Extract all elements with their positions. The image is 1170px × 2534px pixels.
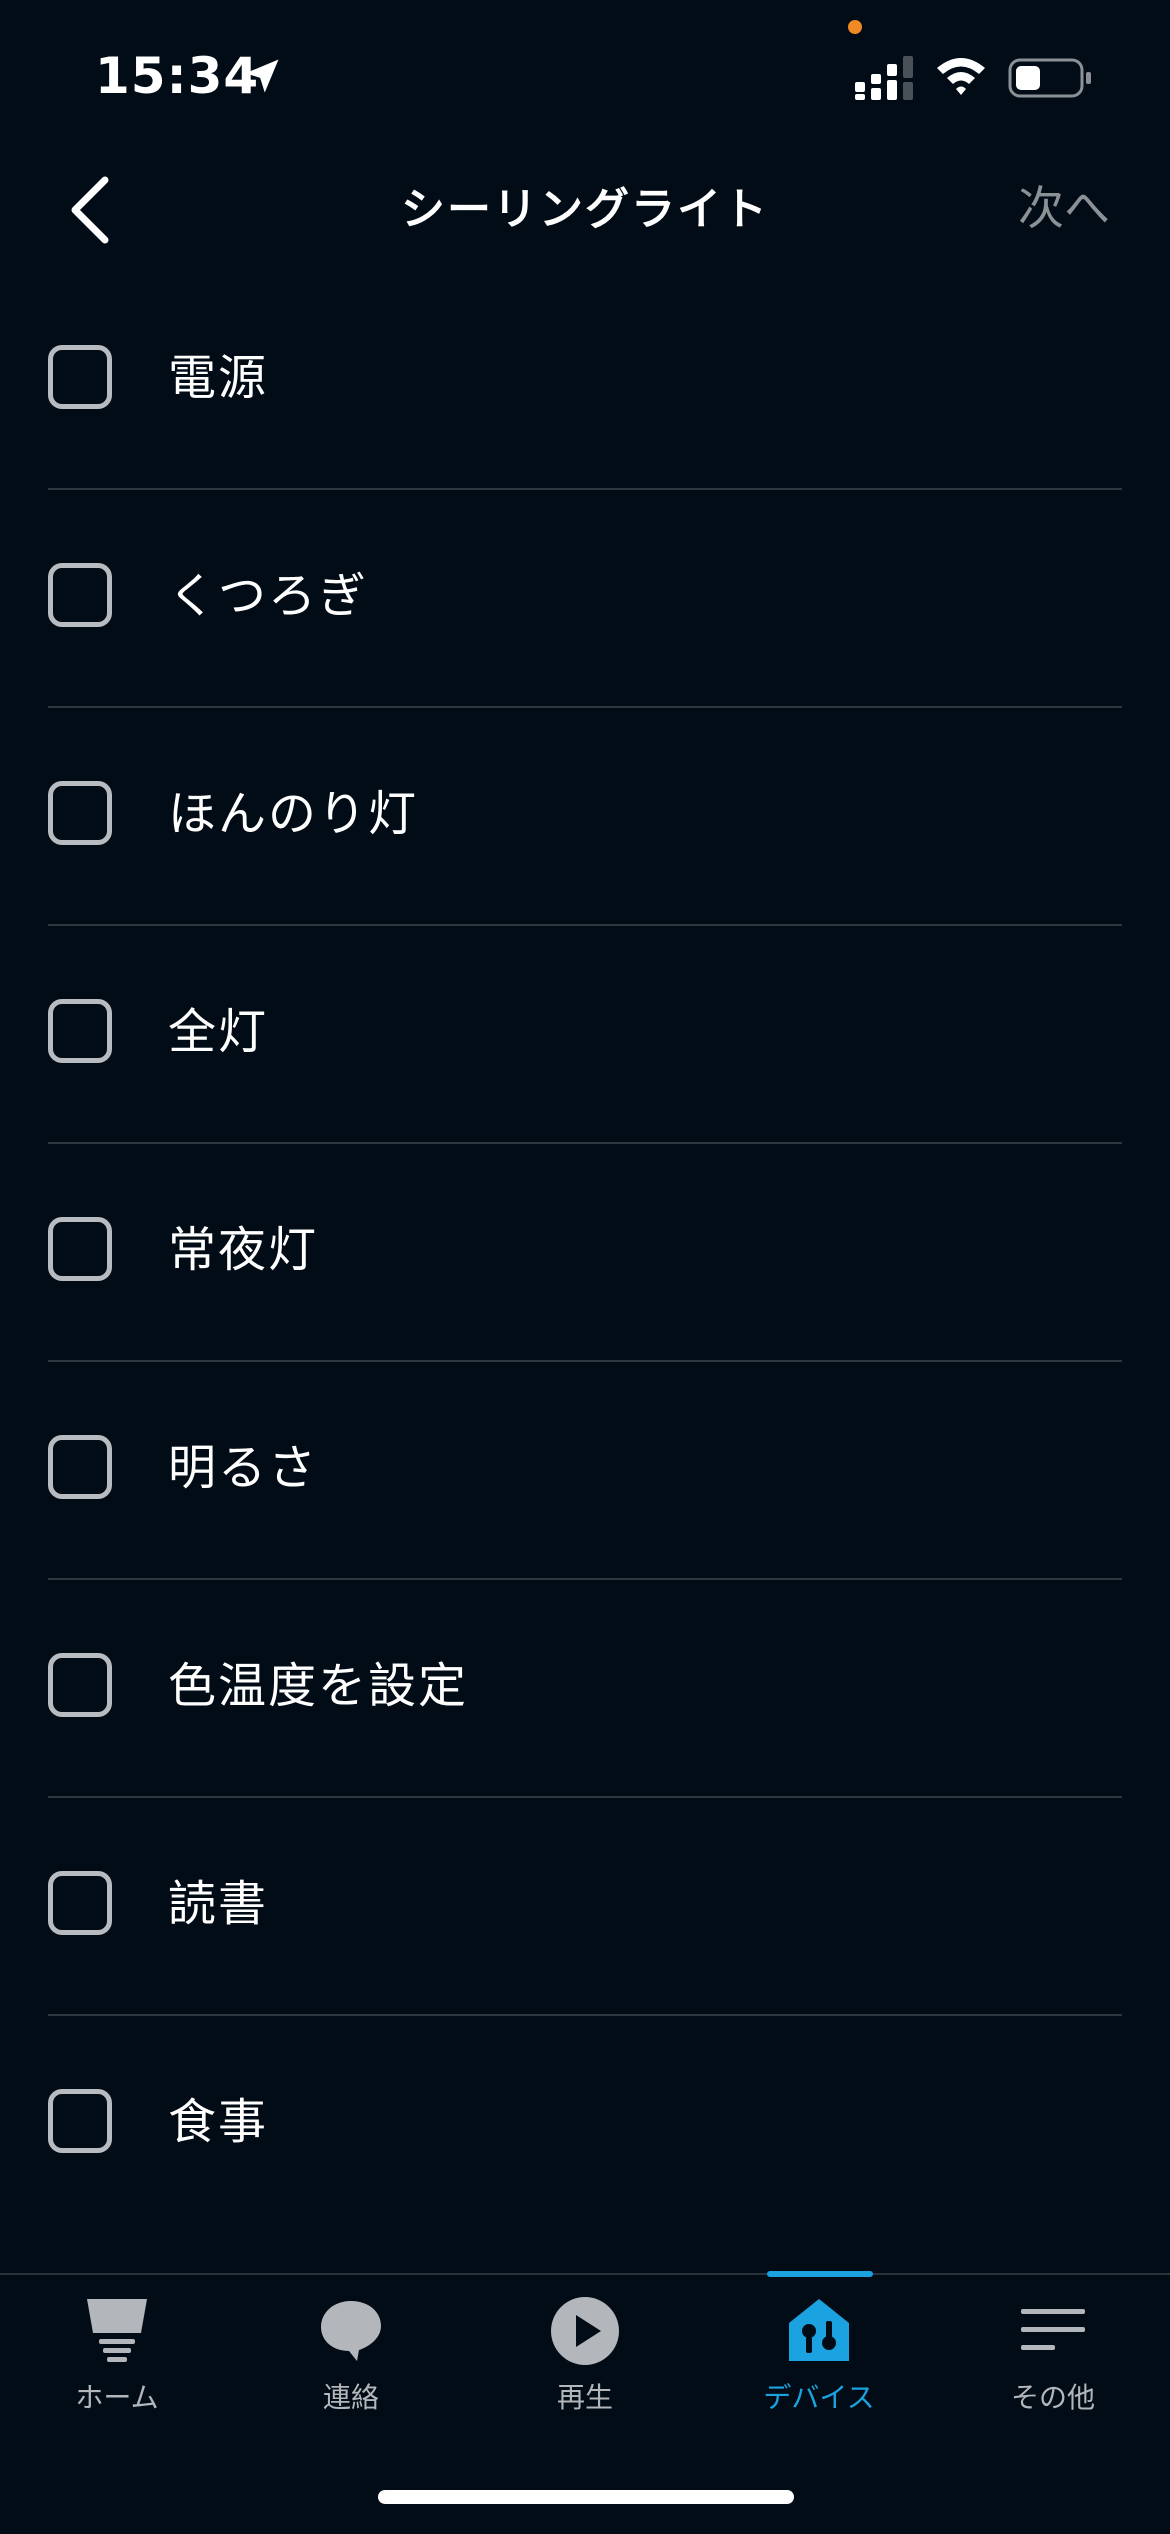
page-title: シーリングライト: [401, 184, 769, 235]
list-item-color-temperature[interactable]: 色温度を設定: [0, 1580, 1170, 1798]
next-button[interactable]: 次へ: [1018, 178, 1110, 238]
home-icon: [87, 2299, 147, 2362]
list-item-reading[interactable]: 読書: [0, 1798, 1170, 2016]
item-label: 色温度を設定: [168, 1658, 469, 1714]
tab-home[interactable]: ホーム: [0, 2275, 234, 2415]
tab-label: その他: [1010, 2381, 1095, 2414]
tab-label: デバイス: [763, 2381, 875, 2414]
checkbox[interactable]: [48, 1871, 112, 1935]
item-label: 明るさ: [168, 1440, 319, 1496]
battery-icon: [1008, 58, 1091, 98]
status-time: 15:34: [95, 47, 260, 105]
list-item-soft-light[interactable]: ほんのり灯: [0, 708, 1170, 926]
nav-header: シーリングライト 次へ: [0, 150, 1170, 270]
tab-label: ホーム: [75, 2381, 159, 2414]
chat-bubble-icon: [321, 2301, 381, 2361]
tab-label: 連絡: [322, 2381, 379, 2414]
item-label: 電源: [168, 350, 269, 406]
checkbox[interactable]: [48, 1653, 112, 1717]
tab-contacts[interactable]: 連絡: [234, 2275, 468, 2415]
list-item-meal[interactable]: 食事: [0, 2016, 1170, 2234]
list-item-brightness[interactable]: 明るさ: [0, 1362, 1170, 1580]
list-item-power[interactable]: 電源: [0, 272, 1170, 490]
cellular-signal-icon: [855, 56, 913, 100]
checkbox[interactable]: [48, 2089, 112, 2153]
item-label: ほんのり灯: [168, 786, 419, 842]
checkbox[interactable]: [48, 999, 112, 1063]
location-arrow-icon: [245, 59, 279, 93]
checkbox[interactable]: [48, 1435, 112, 1499]
checkbox[interactable]: [48, 1217, 112, 1281]
checkbox[interactable]: [48, 781, 112, 845]
item-label: 全灯: [168, 1004, 269, 1060]
tab-play[interactable]: 再生: [468, 2275, 702, 2415]
menu-lines-icon: [1021, 2309, 1085, 2350]
list-item-full-light[interactable]: 全灯: [0, 926, 1170, 1144]
checkbox[interactable]: [48, 563, 112, 627]
action-list: 電源 くつろぎ ほんのり灯 全灯 常夜灯 明るさ 色温度を設定 読書 食事: [0, 272, 1170, 2234]
tab-label: 再生: [556, 2381, 613, 2414]
wifi-icon: [937, 58, 985, 95]
item-label: 常夜灯: [168, 1222, 319, 1278]
checkbox[interactable]: [48, 345, 112, 409]
item-label: 食事: [168, 2094, 269, 2150]
status-bar: 15:34: [0, 0, 1170, 150]
item-label: くつろぎ: [168, 568, 369, 624]
item-label: 読書: [168, 1876, 269, 1932]
devices-house-icon: [789, 2299, 849, 2361]
play-icon: [551, 2297, 619, 2365]
privacy-indicator-dot: [848, 20, 862, 34]
list-item-night-light[interactable]: 常夜灯: [0, 1144, 1170, 1362]
home-indicator[interactable]: [378, 2490, 794, 2504]
tab-more[interactable]: その他: [936, 2275, 1170, 2415]
list-item-relax[interactable]: くつろぎ: [0, 490, 1170, 708]
tab-devices[interactable]: デバイス: [702, 2275, 936, 2415]
